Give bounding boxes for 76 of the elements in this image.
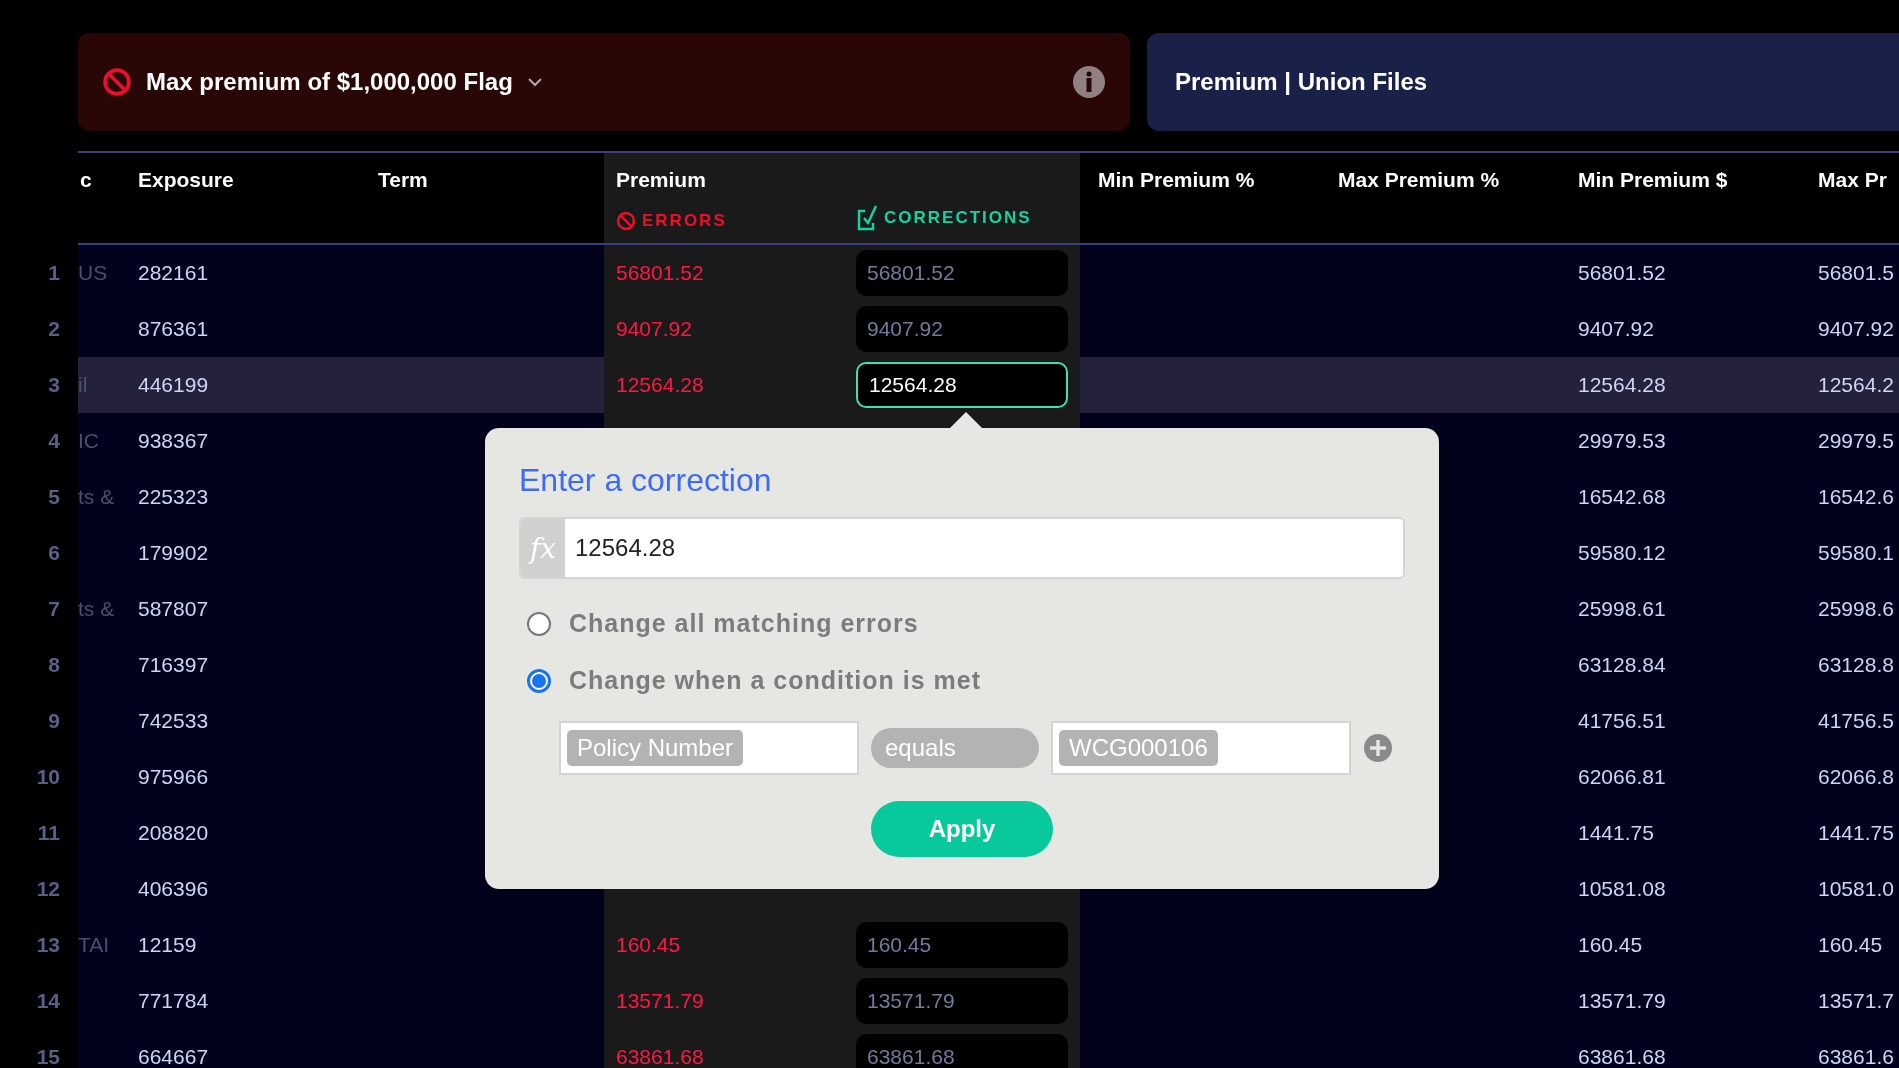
- table-cell: 29979.5: [1818, 429, 1894, 453]
- table-cell: 13571.79: [1578, 989, 1666, 1013]
- table-cell: 41756.5: [1818, 709, 1894, 733]
- row-number: 8: [48, 653, 60, 677]
- popup-title: Enter a correction: [519, 462, 773, 499]
- table-cell: 446199: [138, 373, 209, 397]
- row-number: 10: [36, 765, 60, 789]
- table-cell: 41756.51: [1578, 709, 1666, 733]
- table-cell: US: [78, 261, 108, 285]
- table-cell: 12564.2: [1818, 373, 1894, 397]
- table-cell: 9407.92: [1818, 317, 1894, 341]
- table-cell: 975966: [138, 765, 209, 789]
- banner-title: Premium | Union Files: [1175, 68, 1428, 96]
- table-cell: 56801.52: [1578, 261, 1666, 285]
- table-cell: 716397: [138, 653, 209, 677]
- table-cell: 771784: [138, 989, 209, 1013]
- table-cell: 63128.84: [1578, 653, 1666, 677]
- table-cell: 16542.68: [1578, 485, 1666, 509]
- table-cell: 59580.12: [1578, 541, 1666, 565]
- table-cell: IC: [78, 429, 99, 453]
- error-value: 12564.28: [616, 373, 704, 397]
- table-cell: ts &: [78, 485, 115, 509]
- table-cell: 225323: [138, 485, 209, 509]
- flag-title: Max premium of $1,000,000 Flag: [146, 68, 513, 96]
- table-cell: TAI: [78, 933, 110, 957]
- row-number: 5: [48, 485, 60, 509]
- corrections-label: CORRECTIONS: [884, 208, 1032, 228]
- table-cell: ts &: [78, 597, 115, 621]
- row-number: 3: [48, 373, 60, 397]
- table-cell: 10581.0: [1818, 877, 1894, 901]
- table-cell: 9407.92: [1578, 317, 1654, 341]
- table-cell: 406396: [138, 877, 209, 901]
- table-cell: 938367: [138, 429, 209, 453]
- row-number: 13: [36, 933, 60, 957]
- table-cell: 25998.6: [1818, 597, 1894, 621]
- table-cell: 63861.68: [1578, 1045, 1666, 1068]
- table-cell: 59580.1: [1818, 541, 1894, 565]
- table-cell: 16542.6: [1818, 485, 1894, 509]
- table-cell: 1441.75: [1818, 821, 1894, 845]
- row-number: 2: [48, 317, 60, 341]
- error-value: 56801.52: [616, 261, 704, 285]
- table-cell: 62066.81: [1578, 765, 1666, 789]
- row-number: 7: [48, 597, 60, 621]
- error-value: 160.45: [616, 933, 681, 957]
- table-cell: 208820: [138, 821, 209, 845]
- table-cell: 63128.8: [1818, 653, 1894, 677]
- table-cell: 160.45: [1818, 933, 1883, 957]
- row-number: 4: [48, 429, 60, 453]
- table-cell: 282161: [138, 261, 209, 285]
- error-value: 13571.79: [616, 989, 704, 1013]
- error-value: 63861.68: [616, 1045, 704, 1068]
- table-cell: 587807: [138, 597, 209, 621]
- table-cell: 63861.6: [1818, 1045, 1894, 1068]
- row-number: 15: [36, 1045, 60, 1068]
- row-number: 11: [37, 821, 60, 845]
- table-cell: 10581.08: [1578, 877, 1666, 901]
- row-number: 9: [48, 709, 60, 733]
- errors-label: ERRORS: [642, 211, 727, 231]
- table-cell: 12159: [138, 933, 197, 957]
- table-cell: 56801.5: [1818, 261, 1894, 285]
- table-cell: 13571.7: [1818, 989, 1894, 1013]
- table-cell: 160.45: [1578, 933, 1643, 957]
- table-cell: 29979.53: [1578, 429, 1666, 453]
- row-number: 14: [36, 989, 60, 1013]
- table-cell: 664667: [138, 1045, 209, 1068]
- table-cell: 876361: [138, 317, 209, 341]
- table-cell: 62066.8: [1818, 765, 1894, 789]
- table-cell: 25998.61: [1578, 597, 1666, 621]
- table-cell: 1441.75: [1578, 821, 1654, 845]
- table-cell: 12564.28: [1578, 373, 1666, 397]
- row-number: 6: [48, 541, 60, 565]
- row-number: 12: [36, 877, 60, 901]
- row-number: 1: [48, 261, 60, 285]
- table-cell: 179902: [138, 541, 209, 565]
- table-cell: 742533: [138, 709, 209, 733]
- error-value: 9407.92: [616, 317, 692, 341]
